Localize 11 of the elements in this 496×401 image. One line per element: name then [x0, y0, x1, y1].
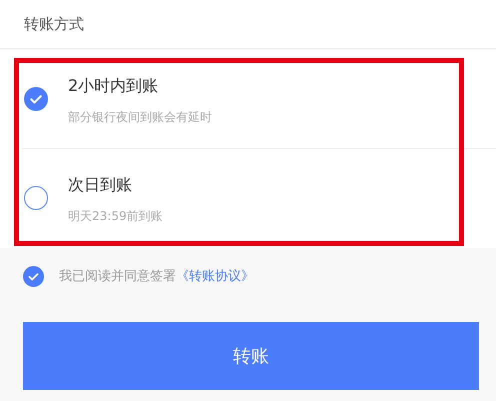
option-title: 2小时内到账: [68, 76, 160, 97]
option-title: 次日到账: [68, 175, 133, 196]
section-title: 转账方式: [24, 14, 84, 34]
option-note: 部分银行夜间到账会有延时: [68, 109, 212, 126]
radio-button[interactable]: [24, 87, 48, 111]
agree-checkbox[interactable]: [23, 266, 44, 286]
radio-button[interactable]: [24, 186, 48, 210]
agreement-text: 我已阅读并同意签署《转账协议》: [59, 268, 254, 285]
option-note: 明天23:59前到账: [68, 208, 163, 225]
agreement-link[interactable]: 《转账协议》: [176, 269, 254, 284]
transfer-button[interactable]: 转账: [23, 322, 479, 390]
